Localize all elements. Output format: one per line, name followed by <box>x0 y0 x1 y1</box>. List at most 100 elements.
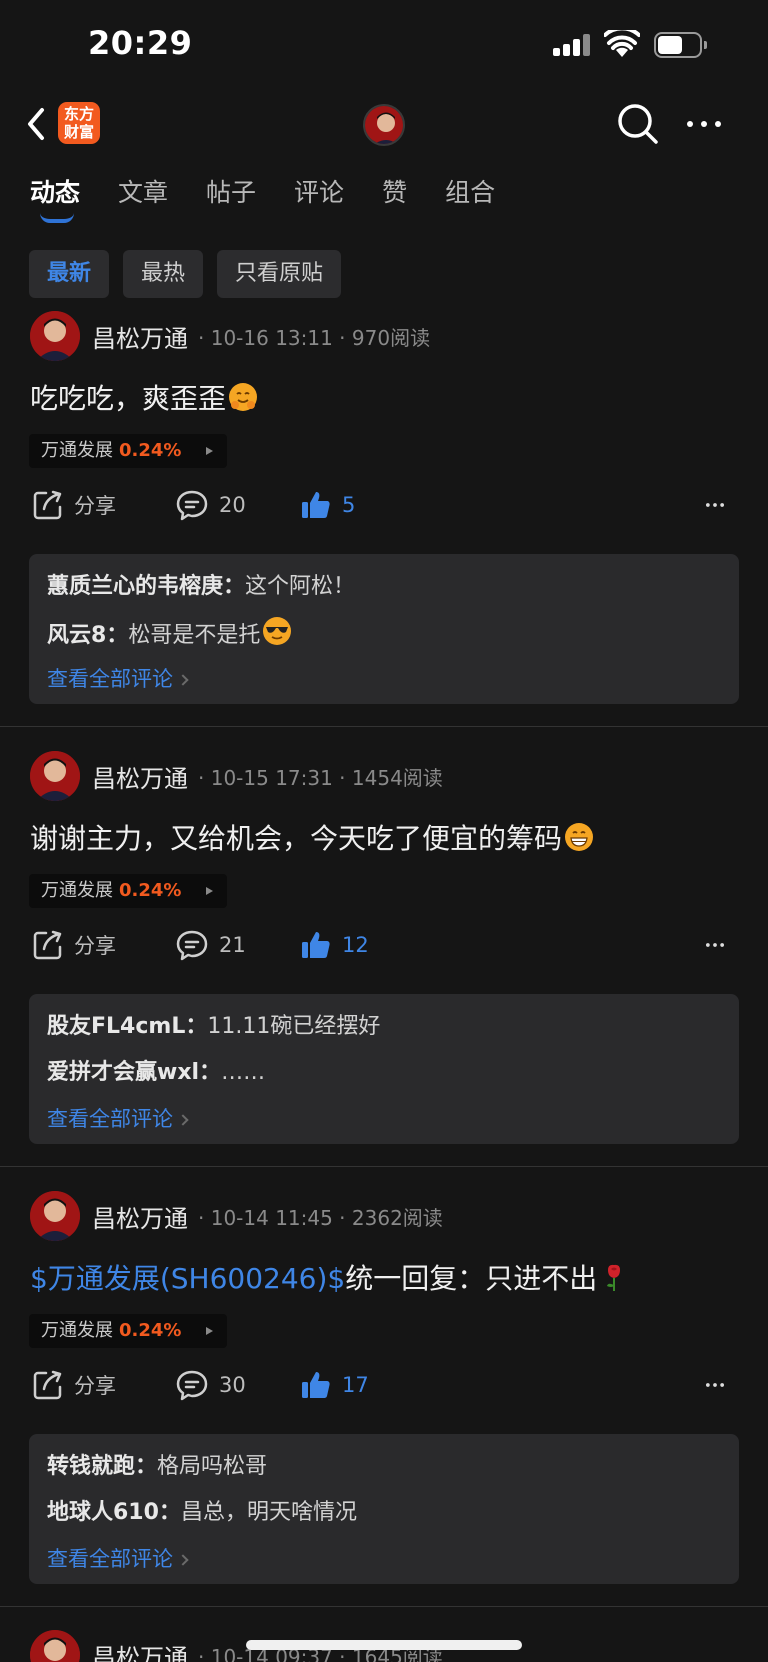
app-logo: 东方 财富 <box>58 102 100 144</box>
tab-comments[interactable]: 评论 <box>294 175 344 225</box>
comment-icon <box>176 1370 208 1401</box>
post-header: 昌松万通 · 10-15 17:31 · 1454阅读 <box>30 751 443 801</box>
post-header: 昌松万通 · 10-14 11:45 · 2362阅读 <box>30 1191 443 1241</box>
post-divider <box>0 1606 768 1607</box>
wifi-icon <box>604 30 640 57</box>
like-button[interactable]: 12 <box>300 921 369 969</box>
battery-icon <box>654 32 707 58</box>
stock-tag[interactable]: 万通发展 0.24% <box>29 874 227 908</box>
filter-original-only[interactable]: 只看原贴 <box>217 250 342 298</box>
view-all-comments-link[interactable]: 查看全部评论 <box>47 662 721 696</box>
share-icon <box>33 1370 62 1400</box>
home-indicator[interactable] <box>246 1640 522 1650</box>
rose-emoji-icon <box>599 1262 629 1292</box>
post-divider <box>0 1166 768 1167</box>
comment-preview[interactable]: 股友FL4cmL：11.11碗已经摆好 爱拼才会赢wxl：…… 查看全部评论 <box>29 994 739 1144</box>
post-actions: 分享 30 17 <box>0 1361 768 1409</box>
post-more-icon[interactable] <box>705 481 735 529</box>
comment-item: 蕙质兰心的韦榕庚：这个阿松！ <box>47 574 356 599</box>
post-actions: 分享 20 5 <box>0 481 768 529</box>
post-header: 昌松万通 · 10-16 13:11 · 970阅读 <box>30 311 430 361</box>
comment-icon <box>176 930 208 961</box>
filter-latest[interactable]: 最新 <box>29 250 110 298</box>
comment-item: 股友FL4cmL：11.11碗已经摆好 <box>47 1014 381 1039</box>
post-actions: 分享 21 12 <box>0 921 768 969</box>
status-bar: 20:29 <box>0 0 768 90</box>
post-text: 谢谢主力，又给机会，今天吃了便宜的筹码 <box>30 822 563 855</box>
post-meta: · 10-15 17:31 · 1454阅读 <box>198 765 443 790</box>
hugging-face-emoji-icon <box>228 382 258 412</box>
author-avatar[interactable] <box>30 1191 80 1241</box>
post-meta: · 10-16 13:11 · 970阅读 <box>198 325 431 350</box>
post-more-icon[interactable] <box>705 1361 735 1409</box>
comment-button[interactable]: 20 <box>175 481 246 529</box>
tab-articles[interactable]: 文章 <box>118 175 168 225</box>
tab-portfolios[interactable]: 组合 <box>445 175 495 225</box>
play-arrow-icon <box>206 1327 213 1335</box>
comment-item: 转钱就跑：格局吗松哥 <box>47 1454 268 1479</box>
post-text: 吃吃吃，爽歪歪 <box>30 382 227 415</box>
post-more-icon[interactable] <box>705 921 735 969</box>
comment-preview[interactable]: 蕙质兰心的韦榕庚：这个阿松！ 风云8：松哥是不是托 查看全部评论 <box>29 554 739 704</box>
share-icon <box>33 930 62 960</box>
post-content[interactable]: 吃吃吃，爽歪歪 <box>30 377 258 417</box>
status-time: 20:29 <box>88 24 193 62</box>
like-button[interactable]: 17 <box>300 1361 369 1409</box>
tab-dynamics[interactable]: 动态 <box>30 175 80 225</box>
chevron-right-icon <box>177 1114 189 1126</box>
search-icon[interactable] <box>616 102 660 146</box>
play-arrow-icon <box>206 447 213 455</box>
chevron-right-icon <box>177 674 189 686</box>
view-all-comments-link[interactable]: 查看全部评论 <box>47 1102 721 1136</box>
tab-likes[interactable]: 赞 <box>382 175 407 225</box>
share-button[interactable]: 分享 <box>32 481 116 529</box>
post-card[interactable]: 昌松万通 · 10-15 17:31 · 1454阅读 谢谢主力，又给机会，今天… <box>0 751 768 1171</box>
comment-item: 地球人610：昌总，明天啥情况 <box>47 1500 357 1525</box>
stock-tag[interactable]: 万通发展 0.24% <box>29 1314 227 1348</box>
play-arrow-icon <box>206 887 213 895</box>
post-card[interactable]: 昌松万通 · 10-16 13:11 · 970阅读 吃吃吃，爽歪歪 万通发展 0… <box>0 311 768 731</box>
stock-tag[interactable]: 万通发展 0.24% <box>29 434 227 468</box>
post-divider <box>0 726 768 727</box>
sunglasses-face-emoji-icon <box>262 616 292 646</box>
view-all-comments-link[interactable]: 查看全部评论 <box>47 1542 721 1576</box>
comment-item: 风云8：松哥是不是托 <box>47 616 721 662</box>
chevron-right-icon <box>177 1554 189 1566</box>
comment-button[interactable]: 30 <box>175 1361 246 1409</box>
back-chevron-icon[interactable] <box>22 104 50 144</box>
share-button[interactable]: 分享 <box>32 1361 116 1409</box>
author-name[interactable]: 昌松万通 <box>92 1199 188 1234</box>
stock-link[interactable]: $万通发展(SH600246)$ <box>30 1262 345 1295</box>
author-name[interactable]: 昌松万通 <box>92 319 188 354</box>
cellular-signal-icon <box>553 34 593 56</box>
thumbs-up-icon <box>302 492 330 518</box>
author-avatar[interactable] <box>30 311 80 361</box>
share-button[interactable]: 分享 <box>32 921 116 969</box>
author-avatar[interactable] <box>30 1630 80 1662</box>
tab-posts[interactable]: 帖子 <box>206 175 256 225</box>
share-icon <box>33 490 62 520</box>
thumbs-up-icon <box>302 932 330 958</box>
post-text: 统一回复：只进不出 <box>345 1262 598 1295</box>
comment-preview[interactable]: 转钱就跑：格局吗松哥 地球人610：昌总，明天啥情况 查看全部评论 <box>29 1434 739 1584</box>
post-content[interactable]: $万通发展(SH600246)$统一回复：只进不出 <box>30 1257 629 1297</box>
nav-bar: 东方 财富 <box>0 90 768 162</box>
author-avatar[interactable] <box>30 751 80 801</box>
profile-tabs: 动态 文章 帖子 评论 赞 组合 <box>30 175 533 225</box>
post-content[interactable]: 谢谢主力，又给机会，今天吃了便宜的筹码 <box>30 817 594 857</box>
comment-item: 爱拼才会赢wxl：…… <box>47 1060 266 1085</box>
author-name[interactable]: 昌松万通 <box>92 1638 188 1662</box>
grinning-face-emoji-icon <box>564 822 594 852</box>
post-meta: · 10-14 11:45 · 2362阅读 <box>198 1205 443 1230</box>
comment-button[interactable]: 21 <box>175 921 246 969</box>
filter-hottest[interactable]: 最热 <box>123 250 204 298</box>
author-name[interactable]: 昌松万通 <box>92 759 188 794</box>
thumbs-up-icon <box>302 1372 330 1398</box>
post-card[interactable]: 昌松万通 · 10-14 11:45 · 2362阅读 $万通发展(SH6002… <box>0 1191 768 1611</box>
profile-avatar[interactable] <box>363 104 405 146</box>
tab-indicator <box>40 213 74 223</box>
filter-chips: 最新 最热 只看原贴 <box>29 250 355 298</box>
like-button[interactable]: 5 <box>300 481 355 529</box>
comment-icon <box>176 490 208 521</box>
more-options-icon[interactable] <box>684 114 724 134</box>
